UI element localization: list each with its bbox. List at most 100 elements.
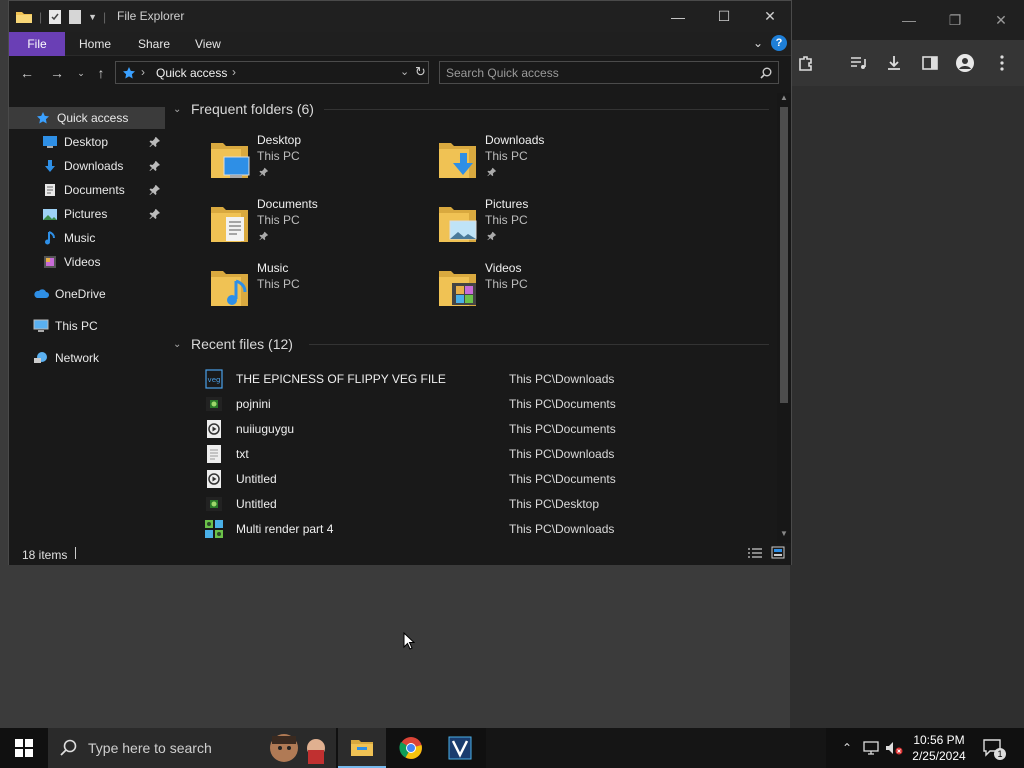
pin-icon[interactable] xyxy=(149,208,161,220)
minimize-button[interactable]: — xyxy=(655,1,701,32)
list-item[interactable]: Untitled This PC\Desktop xyxy=(201,492,761,517)
start-button[interactable] xyxy=(0,728,48,768)
recent-files-header[interactable]: ⌄ Recent files (12) xyxy=(173,334,293,354)
breadcrumb[interactable]: Quick access xyxy=(156,66,227,80)
scroll-up-icon[interactable]: ▲ xyxy=(780,93,788,102)
profile-icon[interactable] xyxy=(953,52,977,74)
search-icon[interactable] xyxy=(760,67,772,79)
ribbon-tabs: File Home Share View ⌄ ? xyxy=(9,32,791,56)
file-explorer-window: | ▼ | File Explorer — ☐ ✕ File Home Shar… xyxy=(8,0,792,565)
restore-icon[interactable]: ❐ xyxy=(940,8,970,32)
close-icon[interactable]: ✕ xyxy=(986,8,1016,32)
list-item[interactable]: pojnini This PC\Documents xyxy=(201,392,761,417)
scrollbar-thumb[interactable] xyxy=(780,107,788,403)
breadcrumb-chevron-icon[interactable]: › xyxy=(232,65,236,79)
folder-name: Videos xyxy=(485,261,522,275)
network-tray[interactable] xyxy=(862,728,880,768)
back-arrow-icon[interactable]: ← xyxy=(17,64,37,82)
folder-tile-documents[interactable]: Documents This PC xyxy=(210,197,430,253)
sidebar-item-quick-access[interactable]: Quick access xyxy=(9,107,165,129)
close-button[interactable]: ✕ xyxy=(747,1,793,32)
action-center[interactable]: 1 xyxy=(980,728,1006,768)
forward-arrow-icon[interactable]: → xyxy=(47,64,67,82)
search-input[interactable] xyxy=(446,64,746,82)
address-dropdown-icon[interactable]: ⌄ xyxy=(400,65,409,78)
list-item[interactable]: txt This PC\Downloads xyxy=(201,442,761,467)
pictures-folder-icon xyxy=(439,207,477,242)
chevron-down-icon[interactable]: ▼ xyxy=(88,12,97,22)
folder-name: Downloads xyxy=(485,133,545,147)
folder-location: This PC xyxy=(485,149,528,163)
search-box[interactable] xyxy=(439,61,779,84)
download-icon[interactable] xyxy=(882,52,906,74)
sidebar-item-downloads[interactable]: Downloads xyxy=(9,155,165,177)
up-arrow-icon[interactable]: ↑ xyxy=(91,64,111,82)
tab-share[interactable]: Share xyxy=(124,32,184,56)
file-name: Multi render part 4 xyxy=(236,522,334,536)
file-name: Untitled xyxy=(236,497,277,511)
sidebar-item-documents[interactable]: Documents xyxy=(9,179,165,201)
sidebar-item-pictures[interactable]: Pictures xyxy=(9,203,165,225)
list-item[interactable]: nuiiuguygu This PC\Documents xyxy=(201,417,761,442)
vertical-scrollbar[interactable]: ▲ ▼ xyxy=(777,93,791,543)
recent-locations-icon[interactable]: ⌄ xyxy=(71,64,91,82)
folder-tile-music[interactable]: Music This PC xyxy=(210,261,430,317)
properties-icon[interactable] xyxy=(48,9,62,25)
desktop-folder-icon xyxy=(211,143,250,178)
folder-tile-pictures[interactable]: Pictures This PC xyxy=(438,197,658,253)
list-item[interactable]: veg THE EPICNESS OF FLIPPY VEG FILE This… xyxy=(201,367,761,392)
pin-icon[interactable] xyxy=(149,136,161,148)
tab-file[interactable]: File xyxy=(9,32,65,56)
frequent-folders-header[interactable]: ⌄ Frequent folders (6) xyxy=(173,99,314,119)
show-hidden-icons[interactable]: ⌃ xyxy=(838,728,856,768)
sidebar-item-videos[interactable]: Videos xyxy=(9,251,165,273)
sidebar-item-this-pc[interactable]: This PC xyxy=(9,315,165,337)
taskbar-chrome[interactable] xyxy=(387,728,435,768)
pin-icon[interactable] xyxy=(149,160,161,172)
help-icon[interactable]: ? xyxy=(771,35,787,51)
system-clock[interactable]: 10:56 PM 2/25/2024 xyxy=(906,732,972,764)
sidebar-item-desktop[interactable]: Desktop xyxy=(9,131,165,153)
tab-home[interactable]: Home xyxy=(65,32,125,56)
folder-tile-downloads[interactable]: Downloads This PC xyxy=(438,133,658,189)
scroll-down-icon[interactable]: ▼ xyxy=(780,529,788,538)
side-panel-icon[interactable] xyxy=(918,52,942,74)
tab-view[interactable]: View xyxy=(181,32,235,56)
extension-icon[interactable] xyxy=(794,52,818,74)
media-queue-icon[interactable] xyxy=(846,52,870,74)
chevron-up-icon: ⌃ xyxy=(841,741,853,755)
taskbar-vegas[interactable] xyxy=(436,728,484,768)
expand-ribbon-icon[interactable]: ⌄ xyxy=(753,36,763,50)
list-item[interactable]: Untitled This PC\Documents xyxy=(201,467,761,492)
clock-time: 10:56 PM xyxy=(913,733,965,747)
taskbar-search-placeholder: Type here to search xyxy=(88,740,212,756)
folder-tile-videos[interactable]: Videos This PC xyxy=(438,261,658,317)
refresh-icon[interactable]: ↻ xyxy=(415,64,426,80)
volume-tray[interactable] xyxy=(884,728,904,768)
file-explorer-icon xyxy=(351,740,373,756)
menu-kebab-icon[interactable] xyxy=(990,52,1014,74)
address-bar[interactable]: › Quick access › ⌄ ↻ xyxy=(115,61,429,84)
maximize-button[interactable]: ☐ xyxy=(701,1,747,32)
download-arrow-icon xyxy=(42,158,58,174)
taskbar-file-explorer[interactable] xyxy=(338,728,386,768)
details-view-icon[interactable] xyxy=(747,547,763,559)
sidebar-item-music[interactable]: Music xyxy=(9,227,165,249)
taskbar: Type here to search ⌃ 10:56 PM 2/25/2024… xyxy=(0,728,1024,768)
sidebar-item-onedrive[interactable]: OneDrive xyxy=(9,283,165,305)
tiles-view-icon[interactable] xyxy=(771,546,785,559)
music-folder-icon xyxy=(211,271,248,306)
image-file-icon xyxy=(206,497,222,511)
chevron-down-icon[interactable]: ⌄ xyxy=(173,339,187,350)
media-file-icon xyxy=(207,420,221,438)
new-folder-icon[interactable] xyxy=(68,9,82,25)
minimize-icon[interactable]: — xyxy=(894,8,924,32)
file-name: THE EPICNESS OF FLIPPY VEG FILE xyxy=(236,372,446,386)
list-item[interactable]: Multi render part 4 This PC\Downloads xyxy=(201,517,761,542)
chevron-down-icon[interactable]: ⌄ xyxy=(173,104,187,115)
pin-icon[interactable] xyxy=(149,184,161,196)
sidebar-item-network[interactable]: Network xyxy=(9,347,165,369)
taskbar-search[interactable]: Type here to search xyxy=(48,728,336,768)
folder-tile-desktop[interactable]: Desktop This PC xyxy=(210,133,430,189)
folder-location: This PC xyxy=(257,149,300,163)
